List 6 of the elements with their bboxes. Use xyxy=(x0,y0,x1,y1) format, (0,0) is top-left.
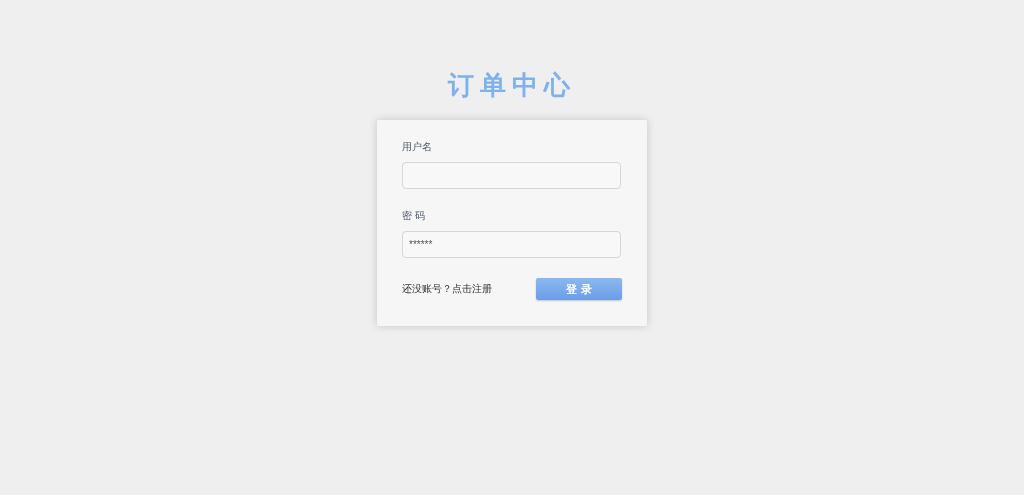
page-title: 订单中心 xyxy=(448,69,576,102)
field-label: 密 码 xyxy=(402,209,427,223)
input-field[interactable] xyxy=(402,162,621,189)
register-link[interactable]: 还没账号？点击注册 xyxy=(402,282,492,296)
field-label: 用户名 xyxy=(402,140,433,154)
input-field[interactable]: ****** xyxy=(402,231,621,258)
